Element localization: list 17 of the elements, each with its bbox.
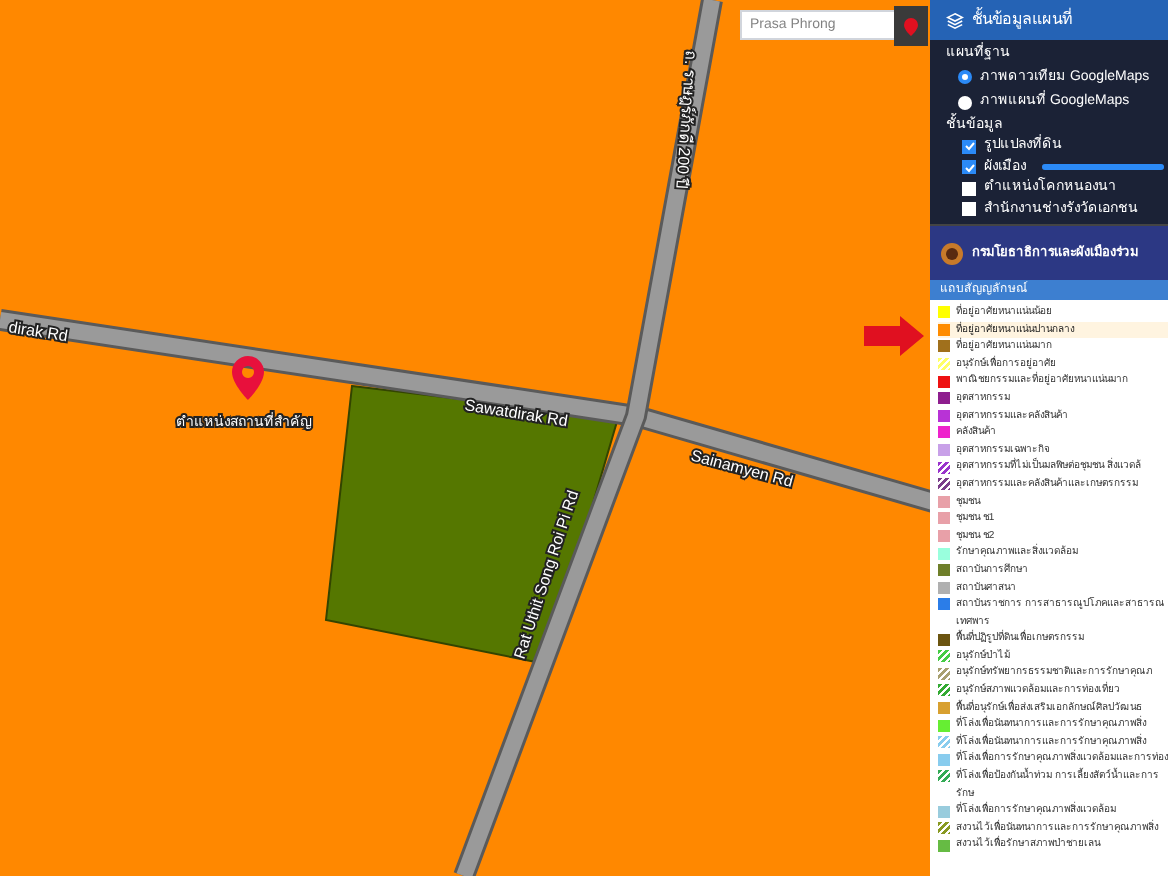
road-label: dirak Rd xyxy=(7,318,70,346)
panel-title: ชั้นข้อมูลแผนที่ xyxy=(972,8,1072,32)
checkbox[interactable] xyxy=(962,202,976,217)
radio-button[interactable] xyxy=(958,70,972,85)
arrow-icon xyxy=(864,316,924,356)
map-pin-icon xyxy=(232,356,264,400)
emblem-icon xyxy=(940,241,964,265)
opacity-slider[interactable] xyxy=(1042,164,1164,171)
checkbox[interactable] xyxy=(962,181,976,196)
road-label: Rat Uthit Song Roi Pi Rd xyxy=(510,488,583,662)
layers-icon xyxy=(946,11,964,29)
pin-icon xyxy=(904,17,918,35)
checkbox[interactable] xyxy=(962,139,976,154)
road-label: Sawatdirak Rd xyxy=(463,396,569,431)
road-label: ถ. ราษฎร์ภักดี 200 ปี xyxy=(672,49,700,190)
radio-button[interactable] xyxy=(958,95,972,110)
checkbox[interactable] xyxy=(962,160,976,175)
